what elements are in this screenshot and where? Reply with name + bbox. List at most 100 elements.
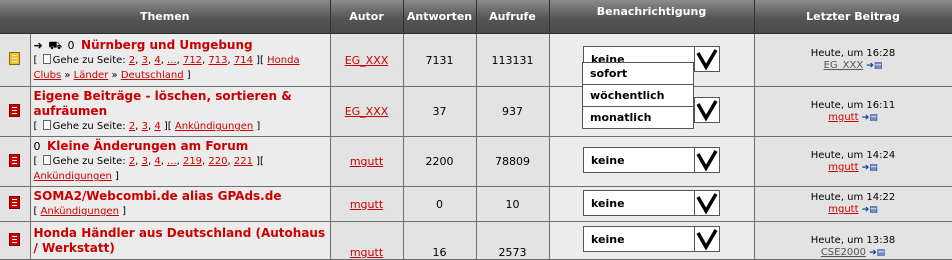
table-row: Honda Händler aus Deutschland (Autohaus … [0,221,952,260]
category-link[interactable]: Länder [74,70,109,81]
header-benachrichtigung: Benachrichtigung [549,0,755,34]
category-link[interactable]: Ankündigungen [34,171,112,182]
header-letzter-beitrag: Letzter Beitrag [754,0,952,34]
red-folder-icon [9,232,21,246]
notification-value: keine [591,154,625,167]
table-row: SOMA2/Webcombi.de alias GPAds.de [ Ankün… [0,186,952,222]
red-folder-icon [9,103,21,117]
page-link[interactable]: 4 [154,121,160,132]
last-post-user[interactable]: EG_XXX [824,60,864,71]
views-count: 10 [476,186,550,222]
yellow-folder-icon [9,52,21,65]
chevron-down-icon[interactable] [694,148,719,172]
replies-count: 2200 [403,136,477,187]
dropdown-option-monatlich[interactable]: monatlich [583,106,693,128]
red-folder-icon [9,153,21,167]
last-post-user[interactable]: mgutt [828,204,858,215]
page-link[interactable]: 713 [208,55,227,66]
category-link[interactable]: Deutschland [121,70,184,81]
breadcrumb-separator: » [111,69,118,81]
page-icon [42,120,51,130]
table-row: Eigene Beiträge - löschen, sortieren & a… [0,86,952,137]
notification-select[interactable]: keine [583,189,720,216]
header-themen: Themen [0,0,331,34]
topic-title-link[interactable]: Eigene Beiträge - löschen, sortieren & a… [34,89,292,118]
replies-count: 7131 [403,33,477,87]
last-post-user[interactable]: mgutt [828,162,858,173]
page-link[interactable]: 221 [234,156,253,167]
last-post-date: Heute, um 13:38 [810,235,896,246]
last-post-date: Heute, um 16:28 [810,48,896,59]
topic-title-link[interactable]: Nürnberg und Umgebung [81,38,253,52]
header-row: Themen Autor Antworten Aufrufe Benachric… [0,0,952,34]
goto-page-label: Gehe zu Seite: [52,121,126,132]
header-autor: Autor [330,0,404,34]
author-link[interactable]: EG_XXX [345,54,389,67]
page-link[interactable]: 712 [183,55,202,66]
last-post-date: Heute, um 16:11 [810,99,896,111]
page-link[interactable]: ... [167,55,177,66]
table-row: ➜ ⛟ 0 Nürnberg und Umgebung [ Gehe zu Se… [0,33,952,87]
page-link[interactable]: 3 [142,156,148,167]
topic-title-link[interactable]: Honda Händler aus Deutschland (Autohaus … [34,226,326,255]
views-count: 78809 [476,136,550,187]
last-post-date: Heute, um 14:22 [810,192,896,203]
breadcrumb-separator: » [64,69,71,81]
page-icon [42,53,51,64]
chevron-down-icon[interactable] [694,190,719,215]
chevron-down-icon[interactable] [694,46,719,71]
goto-page-label: Gehe zu Seite: [52,54,126,66]
notification-value: keine [591,196,625,210]
header-aufrufe: Aufrufe [476,0,550,34]
red-folder-icon [9,196,21,209]
chevron-down-icon[interactable] [694,98,719,122]
last-post-user[interactable]: mgutt [828,112,858,123]
notification-select[interactable]: keine [583,147,720,173]
author-link[interactable]: EG_XXX [345,105,389,118]
dropdown-option-woechentlich[interactable]: wöchentlich [583,84,693,106]
last-post-date: Heute, um 14:24 [810,149,896,161]
page-link[interactable]: 220 [208,156,227,167]
topic-title-link[interactable]: Kleine Änderungen am Forum [47,139,248,153]
topic-title-link[interactable]: SOMA2/Webcombi.de alias GPAds.de [34,189,282,203]
author-link[interactable]: mgutt [350,155,383,168]
replies-count: 16 [403,221,477,260]
page-link[interactable]: 4 [154,55,160,66]
topic-status-icons: 0 [33,140,42,153]
category-link[interactable]: Ankündigungen [175,121,253,132]
views-count: 2573 [476,221,550,260]
views-count: 113131 [476,33,550,87]
goto-last-post-icon[interactable]: ➔▤ [866,60,882,72]
author-link[interactable]: mgutt [350,246,383,259]
table-row: 0 Kleine Änderungen am Forum [ Gehe zu S… [0,136,952,187]
header-antworten: Antworten [403,0,477,34]
topic-status-icons: ➜ ⛟ 0 [33,38,76,52]
category-link[interactable]: Ankündigungen [41,206,119,217]
page-link[interactable]: 2 [129,156,135,167]
replies-count: 37 [403,86,477,137]
page-icon [42,155,51,165]
page-link[interactable]: ... [167,156,177,167]
goto-last-post-icon[interactable]: ➔▤ [862,204,878,216]
views-count: 937 [476,86,550,137]
page-link[interactable]: 4 [154,156,160,167]
dropdown-option-sofort[interactable]: sofort [583,63,693,84]
goto-last-post-icon[interactable]: ➔▤ [869,247,885,259]
goto-last-post-icon[interactable]: ➔▤ [862,162,878,174]
page-link[interactable]: 3 [142,55,148,66]
notification-select[interactable]: keine [583,226,720,252]
notification-value: keine [591,233,625,246]
replies-count: 0 [403,186,477,222]
author-link[interactable]: mgutt [350,198,383,211]
topic-table: Themen Autor Antworten Aufrufe Benachric… [0,0,952,260]
last-post-user[interactable]: CSE2000 [821,247,866,258]
page-link[interactable]: 219 [183,156,202,167]
goto-last-post-icon[interactable]: ➔▤ [862,112,878,124]
page-link[interactable]: 2 [129,121,135,132]
page-link[interactable]: 714 [234,55,253,66]
notification-dropdown-list: sofort wöchentlich monatlich [582,62,694,129]
page-link[interactable]: 3 [142,121,148,132]
chevron-down-icon[interactable] [694,227,719,251]
page-link[interactable]: 2 [129,55,135,66]
goto-page-label: Gehe zu Seite: [52,156,126,167]
